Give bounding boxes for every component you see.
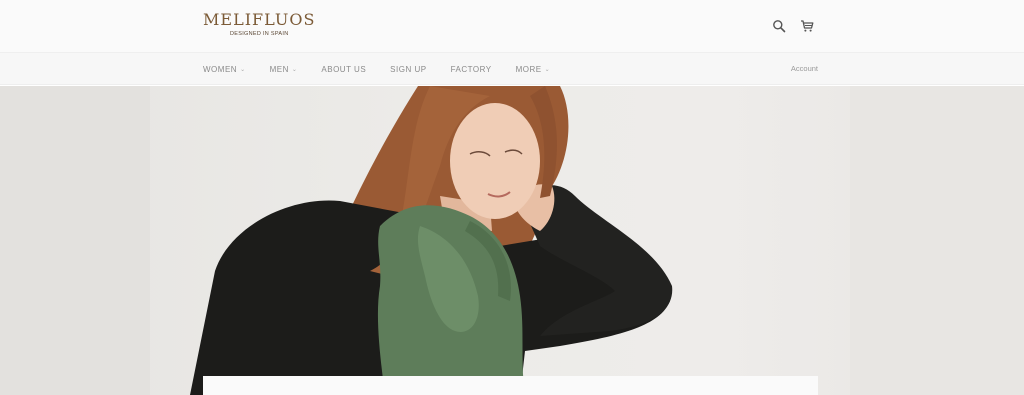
search-icon[interactable]	[772, 19, 786, 33]
nav-items: WOMEN ⌄ MEN ⌄ ABOUT US SIGN UP FACTORY M…	[203, 53, 574, 85]
hero-banner	[0, 86, 1024, 395]
nav-item-label: MORE	[515, 64, 542, 74]
nav-item-men[interactable]: MEN ⌄	[270, 65, 298, 74]
cart-icon[interactable]	[800, 19, 814, 33]
site-header: MELIFLUOS DESIGNED IN SPAIN	[0, 0, 1024, 53]
nav-item-label: SIGN UP	[390, 64, 427, 74]
chevron-down-icon: ⌄	[291, 66, 298, 73]
nav-item-women[interactable]: WOMEN ⌄	[203, 65, 246, 74]
nav-item-label: ABOUT US	[321, 64, 367, 74]
nav-item-sign-up[interactable]: SIGN UP	[390, 65, 426, 74]
hero-image	[0, 86, 1024, 395]
nav-item-more[interactable]: MORE ⌄	[516, 65, 551, 74]
brand-tagline: DESIGNED IN SPAIN	[230, 31, 289, 37]
nav-item-factory[interactable]: FACTORY	[451, 65, 492, 74]
brand-logo[interactable]: MELIFLUOS DESIGNED IN SPAIN	[203, 10, 323, 38]
nav-item-about-us[interactable]: ABOUT US	[321, 65, 366, 74]
brand-name: MELIFLUOS	[203, 10, 316, 29]
nav-item-label: MEN	[269, 64, 289, 74]
main-nav: WOMEN ⌄ MEN ⌄ ABOUT US SIGN UP FACTORY M…	[0, 53, 1024, 85]
account-link[interactable]: Account	[791, 64, 818, 73]
chevron-down-icon: ⌄	[240, 66, 246, 73]
nav-item-label: WOMEN	[203, 64, 238, 74]
chevron-down-icon: ⌄	[544, 66, 551, 73]
nav-item-label: FACTORY	[450, 64, 492, 74]
content-card	[203, 376, 818, 395]
header-icons	[772, 19, 814, 33]
